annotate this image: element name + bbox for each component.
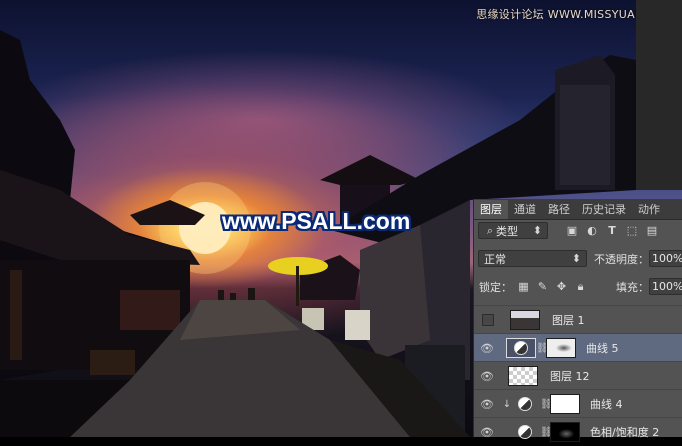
search-icon: ⌕	[486, 223, 494, 237]
filter-kind-select[interactable]: ⌕ 类型 ⬍	[478, 222, 548, 239]
link-icon[interactable]: ⛓︎	[540, 399, 553, 410]
link-icon[interactable]: ⛓︎	[536, 343, 549, 354]
filter-kind-label: 类型	[496, 224, 518, 238]
layer-row-hue-saturation2[interactable]: 👁︎ ⛓︎ 色相/饱和度 2	[474, 417, 682, 446]
layer-row-curves4[interactable]: 👁︎ ↓ ⛓︎ 曲线 4	[474, 389, 682, 418]
curves-icon	[514, 341, 528, 355]
filter-pixel-icon[interactable]: ▣	[566, 224, 578, 237]
canvas-gutter	[636, 0, 682, 190]
tab-paths[interactable]: 路径	[542, 200, 576, 219]
clipping-arrow-icon: ↓	[502, 398, 512, 410]
layer-thumbnail	[508, 366, 538, 386]
blend-row: 正常 ⬍ 不透明度： 100%	[474, 250, 682, 267]
lock-pixels-icon[interactable]: ✎	[537, 280, 548, 293]
layer-row-curves5[interactable]: 👁︎ ⛓︎ 曲线 5	[474, 333, 682, 362]
layer-name: 曲线 4	[590, 398, 623, 411]
eye-icon[interactable]: 👁︎	[474, 342, 500, 355]
lock-label: 锁定：	[479, 280, 512, 294]
layer-row-layer12[interactable]: 👁︎ 图层 12	[474, 361, 682, 390]
layer-row-layer1[interactable]: 图层 1	[474, 305, 682, 334]
lock-transparent-icon[interactable]: ▦	[518, 280, 529, 293]
updown-arrows-icon: ⬍	[532, 224, 542, 237]
curves-icon	[518, 397, 532, 411]
layer-filter-row: ⌕ 类型 ⬍ ▣ ◐ T ⬚ ▤	[474, 222, 682, 239]
tab-history[interactable]: 历史记录	[576, 200, 632, 219]
panel-tab-bar: 图层 通道 路径 历史记录 动作	[474, 199, 682, 220]
fill-input[interactable]: 100%	[649, 278, 682, 295]
opacity-label: 不透明度：	[594, 252, 649, 266]
lock-all-icon[interactable]: 🔒︎	[575, 280, 586, 294]
layer-name: 色相/饱和度 2	[590, 426, 660, 439]
filter-smart-object-icon[interactable]: ▤	[646, 224, 658, 237]
lock-position-icon[interactable]: ✥	[556, 280, 567, 293]
updown-arrows-icon: ⬍	[571, 252, 581, 265]
blend-mode-select[interactable]: 正常 ⬍	[478, 250, 587, 267]
layer-name: 曲线 5	[586, 342, 619, 355]
tab-channels[interactable]: 通道	[508, 200, 542, 219]
eye-icon[interactable]: 👁︎	[474, 370, 500, 383]
filter-shape-icon[interactable]: ⬚	[626, 224, 638, 237]
filter-adjustment-icon[interactable]: ◐	[586, 224, 598, 237]
mask-thumbnail	[546, 338, 576, 358]
opacity-input[interactable]: 100%	[649, 250, 682, 267]
mask-thumbnail	[550, 394, 580, 414]
mask-thumbnail	[550, 422, 580, 442]
layers-panel: 图层 通道 路径 历史记录 动作 ⌕ 类型 ⬍ ▣ ◐ T ⬚ ▤ 正常 ⬍ 不…	[473, 199, 682, 442]
fill-label: 填充：	[616, 280, 649, 294]
filter-type-icon[interactable]: T	[606, 224, 618, 237]
adjustment-thumbnail	[506, 338, 536, 358]
eye-icon[interactable]: 👁︎	[474, 398, 500, 411]
blend-mode-label: 正常	[484, 252, 506, 266]
layer-name: 图层 1	[552, 314, 585, 327]
lock-row: 锁定： ▦ ✎ ✥ 🔒︎ 填充： 100%	[474, 278, 682, 295]
link-icon[interactable]: ⛓︎	[540, 427, 553, 438]
tab-layers[interactable]: 图层	[474, 200, 508, 219]
watermark-psall: www.PSALL.com	[222, 208, 411, 234]
layer-thumbnail	[510, 310, 540, 330]
tab-actions[interactable]: 动作	[632, 200, 666, 219]
visibility-toggle-off[interactable]	[482, 314, 494, 326]
layer-name: 图层 12	[550, 370, 590, 383]
